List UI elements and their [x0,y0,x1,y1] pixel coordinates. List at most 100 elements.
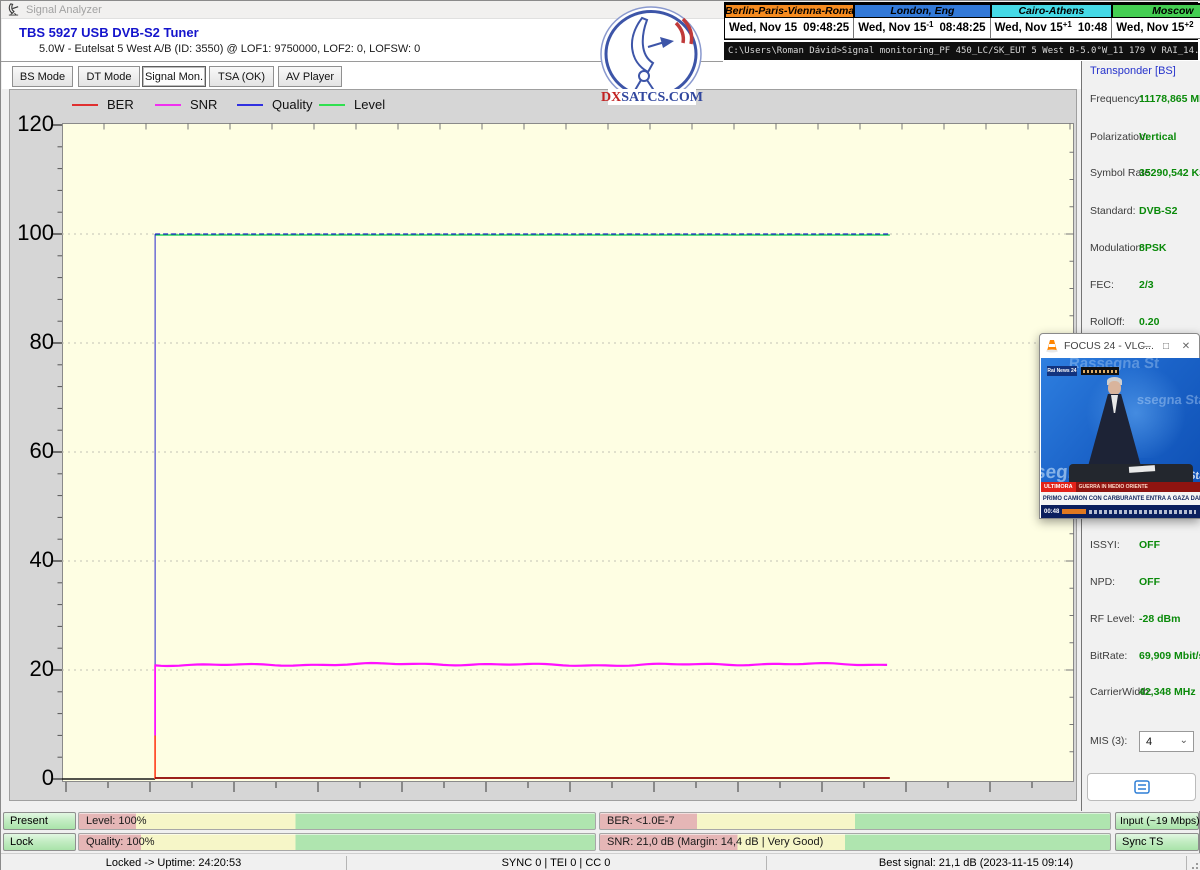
sidebar-row-label: FEC: [1090,279,1114,291]
vlc-cone-icon [1045,339,1059,353]
clock-date: Wed, Nov 15 [995,22,1063,34]
vlc-minimize-button[interactable]: — [1137,334,1155,358]
sidebar-row-value: 0.20 [1139,316,1159,328]
mis-dropdown[interactable]: 4 ⌄ [1139,731,1194,752]
breaking-banner: ULTIMORA GUERRA IN MEDIO ORIENTE [1041,482,1200,492]
sidebar-row-value: 35290,542 KS/s [1139,167,1200,179]
sidebar-row: NPD:OFF [1082,576,1200,592]
vlc-maximize-button[interactable]: □ [1157,334,1175,358]
sidebar-row-value: 42,348 MHz [1139,686,1196,698]
watermark-text: ssegna Sta [1136,392,1200,407]
clock-utc-offset: +2 [1184,20,1193,29]
sidebar-row: Symbol Rate:35290,542 KS/s [1082,167,1200,183]
snr-progress-bar: SNR: 21,0 dB (Margin: 14,4 dB | Very Goo… [599,833,1111,851]
ber-progress-bar: BER: <1.0E-7 [599,812,1111,830]
mis-value: 4 [1146,736,1152,748]
sidebar-row: Polarization:Vertical [1082,131,1200,147]
news-ticker: 00:48 [1041,505,1200,518]
channel-badge [1081,367,1119,375]
level-bar-label: Level: 100% [86,815,147,827]
channel-logo: Rai News 24 [1047,366,1077,376]
y-axis-tick-label: 0 [10,766,54,790]
sidebar-stream-button[interactable] [1087,773,1196,801]
quality-progress-bar: Quality: 100% [78,833,596,851]
breaking-sub: GUERRA IN MEDIO ORIENTE [1076,482,1148,492]
sidebar-row-label: Modulation: [1090,242,1144,254]
sidebar-row-label: RF Level: [1090,613,1135,625]
sidebar-row: FEC: 2/3 [1082,279,1200,295]
window-title: Signal Analyzer [26,4,102,16]
signal-analyzer-window: Signal Analyzer TBS 5927 USB DVB-S2 Tune… [0,0,1200,870]
statusbar-uptime: Locked -> Uptime: 24:20:53 [1,856,346,870]
statusbar-sync-counters: SYNC 0 | TEI 0 | CC 0 [346,856,766,870]
sidebar-row: Frequency:11178,865 MHz [1082,93,1200,109]
clock-city-moscow: Moscow [1112,3,1200,18]
clock-berlin: Wed, Nov 15 09:48:25 [725,18,854,39]
clock-london: Wed, Nov 15 -1 08:48:25 [854,18,990,39]
sidebar-row-value: DVB-S2 [1139,205,1178,217]
logo-text: DXSATCS.COM [601,90,703,105]
ticker-text-blur [1089,510,1196,514]
status-badge-present: Present [3,812,76,830]
clock-date: Wed, Nov 15 [729,22,797,34]
tab-tsa[interactable]: TSA (OK) [209,66,274,87]
clock-utc-offset: +1 [1063,20,1072,29]
sidebar-row-label: BitRate: [1090,650,1127,662]
y-axis-tick-label: 100 [10,221,54,245]
tab-signal-mon[interactable]: Signal Mon. [142,66,206,87]
list-icon [1134,780,1150,794]
status-badge-sync-ts: Sync TS [1115,833,1199,851]
sidebar-row-label: Standard: [1090,205,1136,217]
sidebar-row-value: 2/3 [1139,279,1154,291]
clock-city-london: London, Eng [854,3,990,18]
sidebar-row-value: 11178,865 MHz [1139,93,1200,105]
clock-time: 08:48:25 [940,22,986,34]
snr-bar-label: SNR: 21,0 dB (Margin: 14,4 dB | Very Goo… [607,836,823,848]
resize-grip[interactable] [1196,863,1198,865]
sidebar-row: ISSYI:OFF [1082,539,1200,555]
clock-city-cairo: Cairo-Athens [991,3,1113,18]
quality-bar-label: Quality: 100% [86,836,154,848]
status-badge-lock: Lock [3,833,76,851]
vlc-window[interactable]: FOCUS 24 - VLC... — □ ✕ Rassegna St sseg… [1039,333,1200,519]
tuner-title: TBS 5927 USB DVB-S2 Tuner [19,25,199,40]
sidebar-row-label: RollOff: [1090,316,1125,328]
clock-city-berlin: Berlin-Paris-Vienna-Roma [725,3,854,18]
clock-time: 09:48:25 [803,22,849,34]
tab-dt-mode[interactable]: DT Mode [78,66,140,87]
app-dish-icon [7,3,20,16]
sidebar-row-value: -28 dBm [1139,613,1180,625]
sidebar-row-value: 8PSK [1139,242,1166,254]
vlc-close-button[interactable]: ✕ [1177,334,1195,358]
vlc-video-area[interactable]: Rassegna St ssegna Sta segna St Rassegna… [1041,358,1200,518]
sidebar-title: Transponder [BS] [1090,65,1176,77]
sidebar-row: RollOff: 0.20 [1082,316,1200,332]
breaking-label: ULTIMORA [1041,482,1076,492]
y-axis-tick-label: 120 [10,112,54,136]
sidebar-row-value: OFF [1139,576,1160,588]
y-axis-tick-label: 40 [10,548,54,572]
signal-chart [10,90,1078,802]
tab-av-player[interactable]: AV Player [278,66,342,87]
ticker-time: 00:48 [1041,509,1062,515]
sidebar-row: RF Level: -28 dBm [1082,613,1200,629]
sidebar-row-value: Vertical [1139,131,1176,143]
vlc-titlebar[interactable]: FOCUS 24 - VLC... — □ ✕ [1040,334,1199,358]
dxsatcs-logo: DXSATCS.COM [598,5,706,107]
y-axis-tick-label: 20 [10,657,54,681]
console-command-bar: C:\Users\Roman Dávid>Signal monitoring_P… [724,42,1198,60]
sidebar-row: BitRate:69,909 Mbit/s [1082,650,1200,666]
chevron-down-icon: ⌄ [1180,735,1188,746]
tuner-subtitle: 5.0W - Eutelsat 5 West A/B (ID: 3550) @ … [39,43,420,55]
ticker-highlight [1062,509,1086,514]
headline-banner: PRIMO CAMION CON CARBURANTE ENTRA A GAZA… [1041,492,1200,505]
tab-bs-mode[interactable]: BS Mode [12,66,73,87]
statusbar: Locked -> Uptime: 24:20:53 SYNC 0 | TEI … [1,853,1200,870]
clock-date: Wed, Nov 15 [858,22,926,34]
level-progress-bar: Level: 100% [78,812,596,830]
y-axis-tick-label: 80 [10,330,54,354]
clock-date: Wed, Nov 15 [1116,22,1184,34]
statusbar-separator [1186,856,1187,870]
status-badge-input: Input (~19 Mbps) [1115,812,1199,830]
sidebar-row-label: ISSYI: [1090,539,1120,551]
